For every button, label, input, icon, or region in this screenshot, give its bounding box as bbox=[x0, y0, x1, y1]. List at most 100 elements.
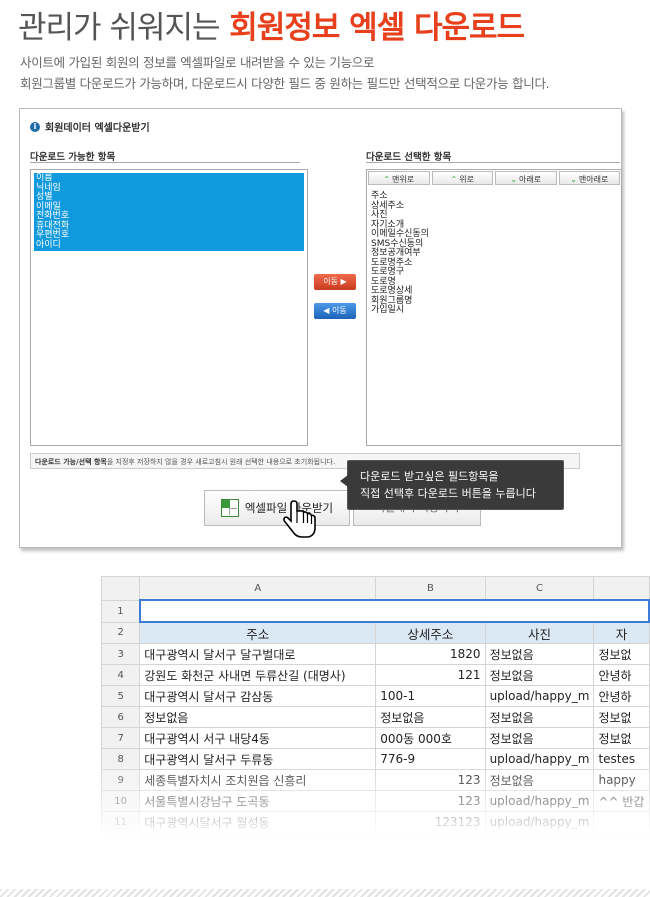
table-cell: 정보없음 bbox=[484, 643, 595, 665]
column-header: C bbox=[484, 576, 595, 601]
selected-label: 다운로드 선택한 항목 bbox=[366, 152, 452, 163]
row-number: 1 bbox=[101, 599, 141, 623]
table-cell: 123 bbox=[375, 790, 486, 812]
available-items: 이름 닉네임 성별 이메일 전화번호 휴대전화 우편번호 아이디 bbox=[34, 173, 304, 251]
table-cell: 100-1 bbox=[375, 685, 486, 707]
spreadsheet-preview: A B C 1 2 주소 상세주소 사진 자 3 대구광역시 달서구 달구벌대로 1820 정보없음 정보… bbox=[101, 576, 650, 840]
column-header: A bbox=[139, 576, 377, 601]
table-cell: 123123 bbox=[375, 811, 486, 833]
description-line: 사이트에 가입된 회원의 정보를 엑셀파일로 내려받을 수 있는 기능으로 bbox=[20, 55, 375, 70]
column-header-row: ABC bbox=[101, 576, 650, 601]
table-cell: 1820 bbox=[375, 643, 486, 665]
move-bottom-button[interactable]: ⌄ 맨아래로 bbox=[558, 171, 620, 185]
table-cell: 대구광역시달서구 월성동 bbox=[139, 811, 377, 833]
table-cell: happy bbox=[593, 769, 650, 791]
table-cell: 정보없 bbox=[593, 706, 650, 728]
arrow-up-icon: ⌃ bbox=[383, 175, 391, 184]
field-header-cell: 상세주소 bbox=[375, 621, 486, 644]
spreadsheet-table: A B C 1 2 주소 상세주소 사진 자 3 대구광역시 달서구 달구벌대로 1820 정보없음 정보… bbox=[101, 576, 650, 833]
hero-prefix: 관리가 쉬워지는 bbox=[18, 10, 220, 46]
excel-file-icon bbox=[220, 499, 239, 517]
move-top-button[interactable]: ⌃ 맨위로 bbox=[368, 171, 430, 185]
table-cell: upload/happy_m bbox=[484, 685, 595, 707]
table-cell: 정보없음 bbox=[375, 706, 486, 728]
arrow-down-icon: ⌄ bbox=[570, 175, 577, 184]
table-cell: 121 bbox=[375, 664, 486, 686]
table-cell: upload/happy_m bbox=[484, 790, 595, 812]
table-cell: testes bbox=[593, 748, 650, 770]
move-up-button[interactable]: ⌃ 위로 bbox=[431, 171, 493, 185]
table-cell: 서울특별시강남구 도곡동 bbox=[139, 790, 377, 812]
row-number: 11 bbox=[101, 811, 141, 833]
table-cell: 정보없음 bbox=[484, 664, 595, 686]
table-cell: 대구광역시 달서구 감삼동 bbox=[139, 685, 377, 707]
tooltip: 다운로드 받고싶은 필드항목을 직접 선택후 다운로드 버튼을 누릅니다 bbox=[340, 460, 564, 510]
table-row: 9 세종특별자치시 조치원읍 신흥리 123 정보없음 happy bbox=[101, 769, 650, 791]
table-row: 1 bbox=[101, 599, 650, 623]
table-cell: 안녕하 bbox=[593, 685, 650, 707]
table-row: 4 강원도 화천군 사내면 두류산길 (대명사) 121 정보없음 안녕하 bbox=[101, 664, 650, 686]
table-cell: 정보없음 bbox=[484, 769, 595, 791]
selected-fields-list[interactable]: ⌃ 맨위로 ⌃ 위로 ⌄ 아래로 ⌄ 맨아래로 주소 상세주소 사진 자기소개 이메일수신동의 S… bbox=[366, 169, 622, 446]
available-item[interactable]: 닉네임 bbox=[36, 183, 302, 194]
table-row: 2 주소 상세주소 사진 자 bbox=[101, 621, 650, 644]
row-number: 8 bbox=[101, 748, 141, 770]
row-number: 10 bbox=[101, 790, 141, 812]
table-cell: upload/happy_m bbox=[484, 748, 595, 770]
divider bbox=[30, 162, 300, 163]
move-down-button[interactable]: ⌄ 아래로 bbox=[495, 171, 557, 185]
table-cell: 정보없음 bbox=[484, 706, 595, 728]
move-left-button[interactable]: ◀ 이동 bbox=[314, 303, 356, 319]
table-cell: 정보없음 bbox=[484, 727, 595, 749]
available-item[interactable]: 이름 bbox=[36, 173, 302, 184]
move-right-button[interactable]: 이동 ▶ bbox=[314, 274, 356, 290]
available-item[interactable]: 전화번호 bbox=[36, 211, 302, 222]
hero-title: 관리가 쉬워지는 회원정보 엑셀 다운로드 bbox=[18, 2, 525, 47]
note-prefix: 다운로드 가능/선택 항목 bbox=[35, 458, 107, 466]
field-header-cell: 자 bbox=[593, 621, 650, 644]
available-fields-list[interactable]: 이름 닉네임 성별 이메일 전화번호 휴대전화 우편번호 아이디 bbox=[30, 169, 308, 446]
field-header-cell: 사진 bbox=[484, 621, 595, 644]
description: 사이트에 가입된 회원의 정보를 엑셀파일로 내려받을 수 있는 기능으로 회원… bbox=[20, 52, 550, 94]
tooltip-line: 다운로드 받고싶은 필드항목을 bbox=[360, 470, 499, 483]
table-cell: 대구광역시 달서구 두류동 bbox=[139, 748, 377, 770]
row-number: 7 bbox=[101, 727, 141, 749]
table-cell: ^^ 반갑 bbox=[593, 790, 650, 812]
panel-title: i 회원데이터 엑셀다운받기 bbox=[30, 119, 150, 134]
excel-download-button[interactable]: 엑셀파일 다운받기 bbox=[204, 490, 350, 526]
table-cell: 강원도 화천군 사내면 두류산길 (대명사) bbox=[139, 664, 377, 686]
available-item[interactable]: 휴대전화 bbox=[36, 221, 302, 232]
available-item[interactable]: 우편번호 bbox=[36, 230, 302, 241]
panel-title-text: 회원데이터 엑셀다운받기 bbox=[45, 123, 150, 134]
table-row: 8 대구광역시 달서구 두류동 776-9 upload/happy_m testes bbox=[101, 748, 650, 770]
bottom-divider bbox=[0, 889, 650, 897]
table-cell: 123 bbox=[375, 769, 486, 791]
note-text: 을 지정후 저장하지 않을 경우 새로고침시 원래 선택한 내용으로 초기화됩니… bbox=[106, 458, 336, 466]
table-row: 7 대구광역시 서구 내당4동 000동 000호 정보없음 정보없 bbox=[101, 727, 650, 749]
row-number: 3 bbox=[101, 643, 141, 665]
hand-pointer-icon bbox=[283, 500, 316, 538]
column-header: B bbox=[375, 576, 486, 601]
table-cell: 세종특별자치시 조치원읍 신흥리 bbox=[139, 769, 377, 791]
table-row: 6 정보없음 정보없음 정보없음 정보없 bbox=[101, 706, 650, 728]
selected-item[interactable]: 가입일시 bbox=[371, 305, 429, 316]
excel-download-panel: i 회원데이터 엑셀다운받기 다운로드 가능한 항목 다운로드 선택한 항목 이… bbox=[19, 108, 622, 548]
row-number: 4 bbox=[101, 664, 141, 686]
table-cell: 000동 000호 bbox=[375, 727, 486, 749]
table-cell: 정보없 bbox=[593, 727, 650, 749]
available-item[interactable]: 아이디 bbox=[36, 240, 302, 251]
table-cell: 안녕하 bbox=[593, 664, 650, 686]
available-item[interactable]: 이메일 bbox=[36, 202, 302, 213]
table-row: 3 대구광역시 달서구 달구벌대로 1820 정보없음 정보없 bbox=[101, 643, 650, 665]
divider bbox=[366, 162, 620, 163]
info-icon: i bbox=[30, 121, 40, 132]
order-toolbar: ⌃ 맨위로 ⌃ 위로 ⌄ 아래로 ⌄ 맨아래로 bbox=[367, 170, 621, 186]
table-cell: 정보없 bbox=[593, 643, 650, 665]
available-item[interactable]: 성별 bbox=[36, 192, 302, 203]
selected-items: 주소 상세주소 사진 자기소개 이메일수신동의 SMS수신동의 정보공개여부 도로명주소 도로명… bbox=[371, 191, 429, 316]
row-number: 6 bbox=[101, 706, 141, 728]
selected-cell bbox=[138, 599, 650, 623]
table-row: 10 서울특별시강남구 도곡동 123 upload/happy_m ^^ 반갑 bbox=[101, 790, 650, 812]
arrow-down-icon: ⌄ bbox=[510, 175, 518, 184]
row-number: 5 bbox=[101, 685, 141, 707]
